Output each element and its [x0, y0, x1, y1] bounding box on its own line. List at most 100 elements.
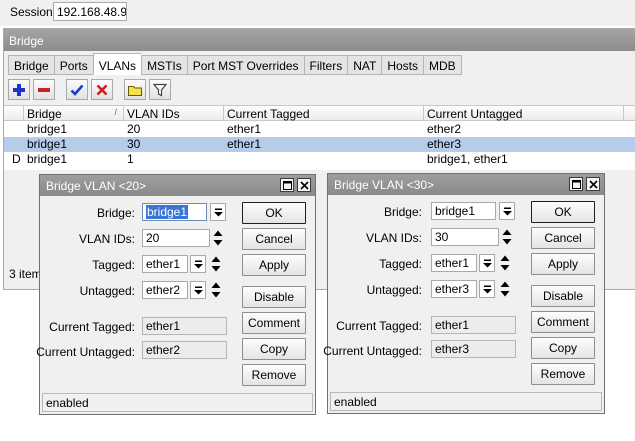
- tab-filters[interactable]: Filters: [303, 55, 348, 75]
- header-vlan-ids[interactable]: VLAN IDs: [124, 106, 224, 121]
- remove-button[interactable]: Remove: [242, 364, 306, 386]
- apply-button[interactable]: Apply: [531, 253, 595, 275]
- bridge-select[interactable]: bridge1: [431, 202, 496, 220]
- row-current-tagged: ether1: [227, 137, 262, 151]
- untagged-select[interactable]: ether2: [142, 281, 188, 299]
- updown-spinner-icon[interactable]: [502, 228, 512, 246]
- comment-button[interactable]: Comment: [531, 311, 595, 333]
- cancel-button[interactable]: Cancel: [531, 227, 595, 249]
- add-button[interactable]: [8, 79, 30, 100]
- comment-icon: [128, 85, 142, 96]
- vlan-toolbar: [8, 79, 171, 101]
- row-current-untagged: ether3: [427, 137, 462, 151]
- updown-spinner-icon[interactable]: [211, 255, 221, 273]
- header-current-tagged[interactable]: Current Tagged: [224, 106, 424, 121]
- updown-spinner-icon[interactable]: [213, 229, 223, 247]
- current-tagged-label: Current Tagged:: [336, 319, 422, 333]
- row-current-tagged: [224, 152, 424, 167]
- row-flag: D: [12, 152, 21, 166]
- bridge-window-title[interactable]: Bridge: [4, 29, 635, 51]
- bridge-label: Bridge:: [96, 206, 135, 220]
- comment-button[interactable]: [124, 79, 146, 100]
- apply-button[interactable]: Apply: [242, 254, 306, 276]
- tagged-dropdown-button[interactable]: [479, 254, 495, 272]
- current-tagged-label: Current Tagged:: [49, 320, 135, 334]
- session-bar: Session: 192.168.48.99: [0, 0, 635, 26]
- header-bridge[interactable]: Bridge /: [24, 106, 124, 121]
- untagged-label: Untagged:: [366, 283, 422, 297]
- dropdown-arrow-icon: [482, 285, 492, 293]
- enable-button[interactable]: [66, 79, 88, 100]
- tagged-dropdown-button[interactable]: [190, 255, 206, 273]
- tab-mstis[interactable]: MSTIs: [141, 55, 187, 75]
- maximize-button[interactable]: [569, 177, 583, 191]
- remove-button[interactable]: Remove: [531, 363, 595, 385]
- close-icon: [588, 179, 598, 189]
- disable-button[interactable]: Disable: [242, 286, 306, 308]
- dropdown-arrow-icon: [193, 286, 203, 294]
- dropdown-arrow-icon: [482, 259, 492, 267]
- untagged-select[interactable]: ether3: [431, 280, 477, 298]
- dialog-title[interactable]: Bridge VLAN <20>: [40, 175, 315, 196]
- untagged-dropdown-button[interactable]: [479, 280, 495, 298]
- tab-hosts[interactable]: Hosts: [381, 55, 424, 75]
- ok-button[interactable]: OK: [531, 201, 595, 223]
- cancel-button[interactable]: Cancel: [242, 228, 306, 250]
- tab-port-mst-overrides[interactable]: Port MST Overrides: [186, 55, 304, 75]
- header-current-untagged[interactable]: Current Untagged: [424, 106, 624, 121]
- ok-button[interactable]: OK: [242, 202, 306, 224]
- current-tagged-field: ether1: [431, 316, 516, 334]
- bridge-dropdown-button[interactable]: [499, 202, 515, 220]
- updown-spinner-icon[interactable]: [500, 280, 510, 298]
- vlan-table: Bridge / VLAN IDs Current Tagged Current…: [4, 105, 635, 170]
- vlan-ids-field[interactable]: 30: [431, 228, 499, 246]
- sort-indicator-icon: /: [114, 107, 117, 117]
- disable-button[interactable]: [91, 79, 113, 100]
- tab-bridge[interactable]: Bridge: [8, 55, 54, 75]
- row-vlan-ids: 20: [127, 122, 141, 136]
- tab-nat[interactable]: NAT: [347, 55, 382, 75]
- header-flag: [4, 106, 24, 121]
- tagged-select[interactable]: ether1: [142, 255, 188, 273]
- table-row[interactable]: bridge1 20 ether1 ether2: [4, 122, 635, 137]
- tagged-select[interactable]: ether1: [431, 254, 477, 272]
- untagged-dropdown-button[interactable]: [190, 281, 206, 299]
- table-row-selected[interactable]: bridge1 30 ether1 ether3: [4, 137, 635, 152]
- close-icon: [299, 180, 309, 190]
- current-untagged-field: ether3: [431, 340, 516, 358]
- remove-button[interactable]: [33, 79, 55, 100]
- tab-vlans[interactable]: VLANs: [92, 53, 142, 75]
- filter-button[interactable]: [149, 79, 171, 100]
- tab-mdb[interactable]: MDB: [423, 55, 462, 75]
- close-button[interactable]: [297, 178, 311, 192]
- add-icon: [13, 83, 25, 96]
- table-header: Bridge / VLAN IDs Current Tagged Current…: [4, 105, 635, 121]
- row-current-tagged: ether1: [227, 122, 262, 136]
- bridge-dropdown-button[interactable]: [210, 203, 226, 221]
- bridge-value: bridge1: [146, 205, 189, 219]
- row-current-untagged: ether2: [427, 122, 462, 136]
- dialog-status: enabled: [42, 393, 313, 412]
- disable-button[interactable]: Disable: [531, 285, 595, 307]
- dialog-title[interactable]: Bridge VLAN <30>: [328, 174, 604, 195]
- tagged-label: Tagged:: [92, 258, 135, 272]
- dialog-status: enabled: [330, 392, 602, 411]
- vlan-ids-field[interactable]: 20: [142, 229, 210, 247]
- current-untagged-label: Current Untagged:: [323, 344, 422, 358]
- copy-button[interactable]: Copy: [531, 337, 595, 359]
- vlan-ids-label: VLAN IDs:: [78, 232, 135, 246]
- comment-button[interactable]: Comment: [242, 312, 306, 334]
- tagged-label: Tagged:: [379, 257, 422, 271]
- tab-ports[interactable]: Ports: [53, 55, 93, 75]
- maximize-button[interactable]: [280, 178, 294, 192]
- updown-spinner-icon[interactable]: [211, 281, 221, 299]
- copy-button[interactable]: Copy: [242, 338, 306, 360]
- bridge-select[interactable]: bridge1: [142, 203, 207, 221]
- table-row[interactable]: D bridge1 1 bridge1, ether1: [4, 152, 635, 167]
- close-button[interactable]: [586, 177, 600, 191]
- row-bridge: bridge1: [27, 137, 68, 151]
- session-label: Session:: [10, 5, 57, 19]
- session-address-field[interactable]: 192.168.48.99: [53, 2, 127, 21]
- updown-spinner-icon[interactable]: [500, 254, 510, 272]
- current-untagged-label: Current Untagged:: [36, 345, 135, 359]
